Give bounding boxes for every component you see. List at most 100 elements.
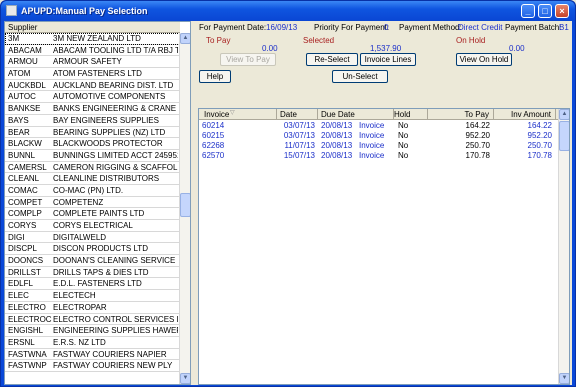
supplier-row[interactable]: COMPET COMPETENZ xyxy=(5,197,180,209)
supplier-name: AUTOMOTIVE COMPONENTS xyxy=(53,92,166,102)
col-invoice-header[interactable]: Invoice ▽ xyxy=(199,109,277,120)
scroll-up-icon[interactable]: ▲ xyxy=(180,33,190,44)
invoice-grid[interactable]: Invoice ▽ Date Due Date Hold To Pay Inv … xyxy=(198,108,570,385)
supplier-row[interactable]: DRILLST DRILLS TAPS & DIES LTD xyxy=(5,267,180,279)
supplier-row[interactable]: EDLFL E.D.L. FASTENERS LTD xyxy=(5,278,180,291)
supplier-row[interactable]: ATOM ATOM FASTENERS LTD xyxy=(5,68,180,80)
supplier-row[interactable]: ARMOU ARMOUR SAFETY xyxy=(5,56,180,69)
window-title: APUPD:Manual Pay Selection xyxy=(21,6,148,16)
supplier-name: BANKS ENGINEERING & CRANE HIRE L xyxy=(53,104,178,114)
invoice-row[interactable]: 60215 03/07/13 20/08/13 Invoice No 952.20 952.… xyxy=(199,131,559,141)
close-icon[interactable]: × xyxy=(555,4,569,18)
invoice-cell-due-date: 20/08/13 xyxy=(321,151,353,160)
invoice-cell-due-date: 20/08/13 xyxy=(321,131,353,140)
supplier-code: AUTOC xyxy=(8,92,36,102)
scroll-thumb[interactable] xyxy=(180,193,190,217)
selected-label: Selected xyxy=(303,36,335,45)
supplier-row[interactable]: BUNNL BUNNINGS LIMITED ACCT 245951 xyxy=(5,150,180,162)
supplier-row[interactable]: ELECTRO ELECTROPAR xyxy=(5,302,180,314)
col-inv-amount-header[interactable]: Inv Amount xyxy=(494,109,556,120)
supplier-row[interactable]: 3M 3M NEW ZEALAND LTD xyxy=(5,33,180,45)
view-to-pay-button[interactable]: View To Pay xyxy=(220,53,276,66)
payment-date-label: For Payment Date: xyxy=(199,23,267,32)
supplier-name: DISCON PRODUCTS LTD xyxy=(53,244,148,254)
supplier-row[interactable]: FASTWNA FASTWAY COURIERS NAPIER xyxy=(5,349,180,361)
supplier-row[interactable]: ENGISHL ENGINEERING SUPPLIES HAWERA LTD xyxy=(5,325,180,337)
supplier-row[interactable]: ELECTROC ELECTRO CONTROL SERVICES LTD xyxy=(5,314,180,326)
invoice-cell-hold: No xyxy=(398,141,409,150)
supplier-name: ARMOUR SAFETY xyxy=(53,57,122,67)
supplier-code: COMPET xyxy=(8,197,43,207)
help-button[interactable]: Help xyxy=(199,70,231,83)
supplier-scrollbar[interactable]: ▲ ▼ xyxy=(179,33,190,384)
invoice-cell-type: Invoice xyxy=(359,131,385,140)
col-hold-header[interactable]: Hold xyxy=(394,109,428,120)
supplier-name: DOONAN'S CLEANING SERVICE xyxy=(53,256,176,266)
scroll-thumb[interactable] xyxy=(559,121,569,151)
invoice-cell-type: Invoice xyxy=(359,141,385,150)
supplier-list[interactable]: Supplier 3M 3M NEW ZEALAND LTD ABACAM ABACA… xyxy=(4,21,191,385)
supplier-row[interactable]: COMAC CO-MAC (PN) LTD. xyxy=(5,185,180,197)
invoice-cell-due-date: 20/08/13 xyxy=(321,121,353,130)
supplier-row[interactable]: BEAR BEARING SUPPLIES (NZ) LTD xyxy=(5,127,180,139)
supplier-row[interactable]: CLEANL CLEANLINE DISTRIBUTORS xyxy=(5,173,180,185)
invoice-cell-inv-amount: 952.20 xyxy=(527,131,552,140)
supplier-row[interactable]: FASTWNP FASTWAY COURIERS NEW PLY xyxy=(5,360,180,372)
supplier-row[interactable]: AUTOC AUTOMOTIVE COMPONENTS xyxy=(5,91,180,104)
on-hold-value: 0.00 xyxy=(509,44,525,53)
maximize-icon[interactable]: □ xyxy=(538,4,552,18)
supplier-code: AUCKBDL xyxy=(8,80,46,90)
minimize-icon[interactable]: _ xyxy=(521,4,535,18)
invoice-cell-hold: No xyxy=(398,151,409,160)
re-select-button[interactable]: Re-Select xyxy=(306,53,358,66)
scroll-up-icon[interactable]: ▲ xyxy=(559,109,569,120)
col-due-date-header[interactable]: Due Date xyxy=(318,109,394,120)
supplier-row[interactable]: BLACKW BLACKWOODS PROTECTOR xyxy=(5,138,180,150)
supplier-code: FASTWNP xyxy=(8,361,47,371)
supplier-code: BANKSE xyxy=(8,104,41,114)
scroll-down-icon[interactable]: ▼ xyxy=(180,373,190,384)
invoice-scrollbar[interactable]: ▲ ▼ xyxy=(558,109,569,384)
col-to-pay-header[interactable]: To Pay xyxy=(428,109,494,120)
supplier-name: CLEANLINE DISTRIBUTORS xyxy=(53,174,160,184)
supplier-row[interactable]: BANKSE BANKS ENGINEERING & CRANE HIRE L xyxy=(5,103,180,115)
supplier-name: ABACAM TOOLING LTD T/A RBJ TOOLI xyxy=(53,45,178,55)
invoice-row[interactable]: 62570 15/07/13 20/08/13 Invoice No 170.78 170.… xyxy=(199,151,559,161)
supplier-name: FASTWAY COURIERS NAPIER xyxy=(53,349,167,359)
selected-value: 1,537.90 xyxy=(370,44,402,53)
col-date-header[interactable]: Date xyxy=(277,109,318,120)
supplier-row[interactable]: ELEC ELECTECH xyxy=(5,290,180,302)
view-on-hold-button[interactable]: View On Hold xyxy=(456,53,512,66)
invoice-cell-hold: No xyxy=(398,121,409,130)
supplier-row[interactable]: DOONCS DOONAN'S CLEANING SERVICE xyxy=(5,255,180,267)
supplier-row[interactable]: AUCKBDL AUCKLAND BEARING DIST. LTD xyxy=(5,80,180,92)
supplier-row[interactable]: DISCPL DISCON PRODUCTS LTD xyxy=(5,243,180,256)
un-select-button[interactable]: Un-Select xyxy=(332,70,388,83)
invoice-lines-button[interactable]: Invoice Lines xyxy=(360,53,416,66)
invoice-row[interactable]: 60214 03/07/13 20/08/13 Invoice No 164.22 164.… xyxy=(199,121,559,131)
supplier-row[interactable]: DIGI DIGITALWELD xyxy=(5,232,180,244)
scroll-down-icon[interactable]: ▼ xyxy=(559,373,569,384)
supplier-code: CLEANL xyxy=(8,174,40,184)
supplier-row[interactable]: BAYS BAY ENGINEERS SUPPLIES xyxy=(5,115,180,127)
invoice-cell-to-pay: 164.22 xyxy=(465,121,490,130)
title-bar[interactable]: APUPD:Manual Pay Selection _ □ × xyxy=(1,1,575,21)
invoice-cell-invoice: 60215 xyxy=(202,131,225,140)
supplier-row[interactable]: COMPLP COMPLETE PAINTS LTD xyxy=(5,208,180,220)
supplier-name: E.D.L. FASTENERS LTD xyxy=(53,279,142,289)
invoice-cell-to-pay: 952.20 xyxy=(465,131,490,140)
supplier-row[interactable]: CORYS CORYS ELECTRICAL xyxy=(5,220,180,232)
supplier-name: DIGITALWELD xyxy=(53,232,107,242)
supplier-row[interactable]: ERSNL E.R.S. NZ LTD xyxy=(5,337,180,349)
supplier-row[interactable]: CAMERSL CAMERON RIGGING & SCAFFOLDING L xyxy=(5,162,180,174)
supplier-list-header[interactable]: Supplier xyxy=(5,22,180,33)
supplier-code: BUNNL xyxy=(8,150,36,160)
invoice-row[interactable]: 62268 11/07/13 20/08/13 Invoice No 250.70 250.… xyxy=(199,141,559,151)
payment-batch-label: Payment Batch: xyxy=(505,23,562,32)
invoice-cell-date: 03/07/13 xyxy=(283,131,315,140)
supplier-code: DRILLST xyxy=(8,267,41,277)
client-area: Supplier 3M 3M NEW ZEALAND LTD ABACAM ABACA… xyxy=(4,21,572,385)
supplier-name: ENGINEERING SUPPLIES HAWERA LTD xyxy=(53,326,178,336)
supplier-code: COMAC xyxy=(8,185,38,195)
supplier-row[interactable]: ABACAM ABACAM TOOLING LTD T/A RBJ TOOLI xyxy=(5,45,180,57)
